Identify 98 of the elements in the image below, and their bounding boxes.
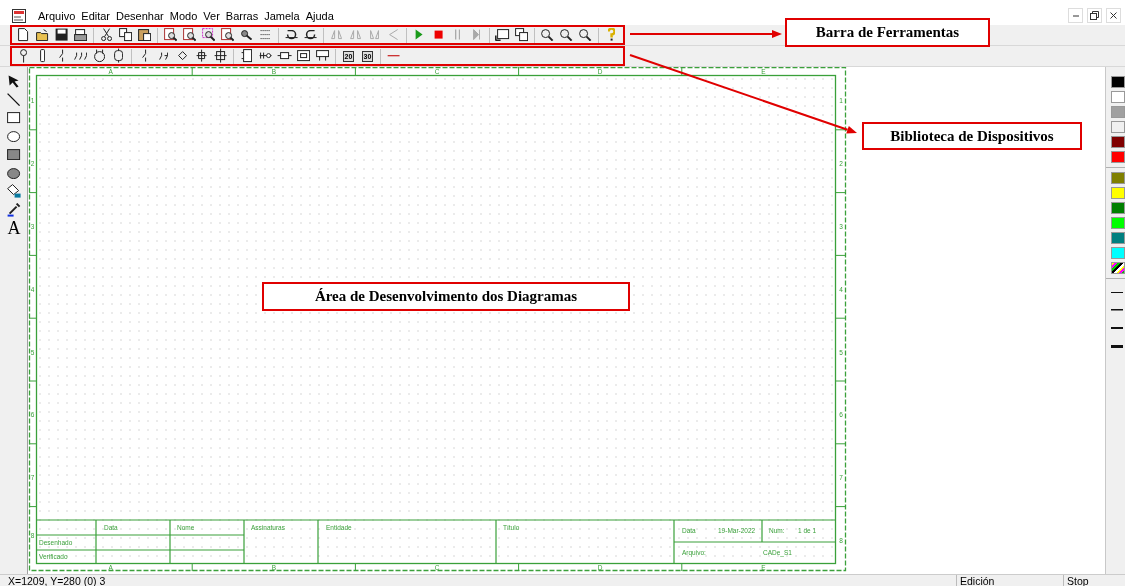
mirror-icon — [369, 30, 380, 40]
zoom-icon — [560, 28, 573, 42]
find-icon — [240, 29, 253, 41]
fuse-icon — [276, 52, 293, 60]
color-swatch[interactable] — [1111, 217, 1125, 229]
color-swatch[interactable] — [1111, 247, 1125, 259]
close-icon — [1110, 12, 1117, 19]
grid-icon — [259, 30, 272, 40]
probe-icon — [19, 48, 28, 64]
undo-icon — [284, 30, 299, 40]
run-icon — [415, 29, 424, 41]
color-swatch[interactable] — [1111, 121, 1125, 133]
print-icon — [73, 28, 88, 42]
stop-icon — [433, 30, 444, 40]
color-swatch[interactable] — [1111, 91, 1125, 103]
lamp-icon — [113, 48, 124, 64]
display-icon — [296, 50, 311, 62]
multi-switch-icon — [73, 51, 88, 61]
multicolor-swatch[interactable] — [1111, 262, 1125, 274]
cell-icon — [39, 49, 46, 63]
menu-item[interactable]: Desenhar — [113, 6, 167, 25]
toolbar-button[interactable] — [493, 26, 512, 44]
color-swatch[interactable] — [1111, 187, 1125, 199]
callout-label: Biblioteca de Dispositivos — [862, 122, 1082, 150]
line-icon — [1111, 309, 1123, 311]
connector-icon — [258, 52, 273, 60]
color-swatch[interactable] — [1111, 136, 1125, 148]
picker-icon — [7, 203, 21, 217]
line-icon — [1111, 327, 1123, 329]
toolbar-button[interactable] — [218, 26, 237, 44]
pause-icon — [454, 29, 461, 41]
toolbar-button[interactable] — [71, 26, 90, 44]
callout-label: Barra de Ferramentas — [785, 18, 990, 47]
zoom-area-icon — [201, 28, 216, 42]
line-icon — [7, 93, 21, 107]
close-button[interactable] — [1106, 8, 1121, 23]
menu-item[interactable]: Editar — [78, 6, 114, 25]
window-list-icon — [514, 28, 529, 42]
zoom-page-icon — [163, 28, 178, 42]
color-swatch[interactable] — [1111, 202, 1125, 214]
menu-item[interactable]: Jamela — [261, 6, 303, 25]
menu-item[interactable]: Barras — [222, 6, 262, 25]
toolbar-button[interactable] — [116, 26, 135, 44]
step-icon — [472, 29, 481, 41]
ellipse-icon — [7, 130, 21, 142]
zoom-icon — [579, 28, 592, 42]
junction-icon — [213, 48, 228, 64]
line-icon — [1111, 344, 1123, 348]
restore-icon — [1090, 11, 1099, 20]
copy-icon — [118, 28, 133, 42]
minimize-icon — [1072, 14, 1079, 17]
redo-icon — [303, 30, 318, 40]
mode-status: Edición — [956, 575, 1063, 586]
relay-icon — [315, 50, 330, 62]
save-icon — [54, 28, 69, 42]
toolbar-button[interactable] — [161, 26, 180, 44]
color-swatch[interactable] — [1111, 76, 1125, 88]
color-swatch[interactable] — [1111, 232, 1125, 244]
switch-icon — [59, 49, 64, 63]
rectangle-icon — [7, 112, 21, 124]
color-swatch[interactable] — [1111, 151, 1125, 163]
window-icon — [495, 28, 510, 42]
node-icon — [177, 51, 188, 61]
chip-icon — [240, 49, 253, 63]
color-swatch[interactable] — [1111, 172, 1125, 184]
menu-item[interactable]: Ajuda — [302, 6, 337, 25]
toolbar-button[interactable] — [199, 26, 218, 44]
line-icon — [1111, 291, 1123, 293]
toolbar-button[interactable] — [512, 26, 531, 44]
paste-icon — [137, 28, 152, 42]
zoom-page-icon — [220, 28, 235, 42]
rotate-icon — [388, 29, 399, 41]
menu-item[interactable]: Modo — [166, 6, 201, 25]
cross-icon — [195, 49, 208, 63]
open-icon — [36, 28, 49, 42]
flip-icon — [330, 30, 343, 40]
pointer-icon — [8, 74, 20, 88]
new-icon — [18, 28, 29, 42]
toolbar-button[interactable] — [135, 26, 154, 44]
filled-ellipse-icon — [7, 167, 21, 179]
toolbar-button[interactable] — [180, 26, 199, 44]
transformer-icon — [93, 49, 106, 63]
cut-icon — [100, 28, 113, 42]
menu-item[interactable]: Ver — [200, 6, 223, 25]
color-swatch[interactable] — [1111, 106, 1125, 118]
text-tool[interactable]: A — [2, 219, 26, 238]
zoom-icon — [541, 28, 554, 42]
help-icon — [607, 28, 616, 42]
menu-item[interactable]: Arquivo — [35, 6, 79, 25]
filled-rectangle-icon — [7, 149, 21, 161]
switch-icon — [142, 49, 147, 63]
line-icon — [386, 55, 401, 57]
restore-button[interactable] — [1087, 8, 1102, 23]
callout-label: Área de Desenvolvimento dos Diagramas — [262, 282, 630, 311]
fill-icon — [6, 184, 22, 199]
flip-icon — [349, 30, 362, 40]
switch-pair-icon — [158, 51, 169, 61]
zoom-page-icon — [182, 28, 197, 42]
